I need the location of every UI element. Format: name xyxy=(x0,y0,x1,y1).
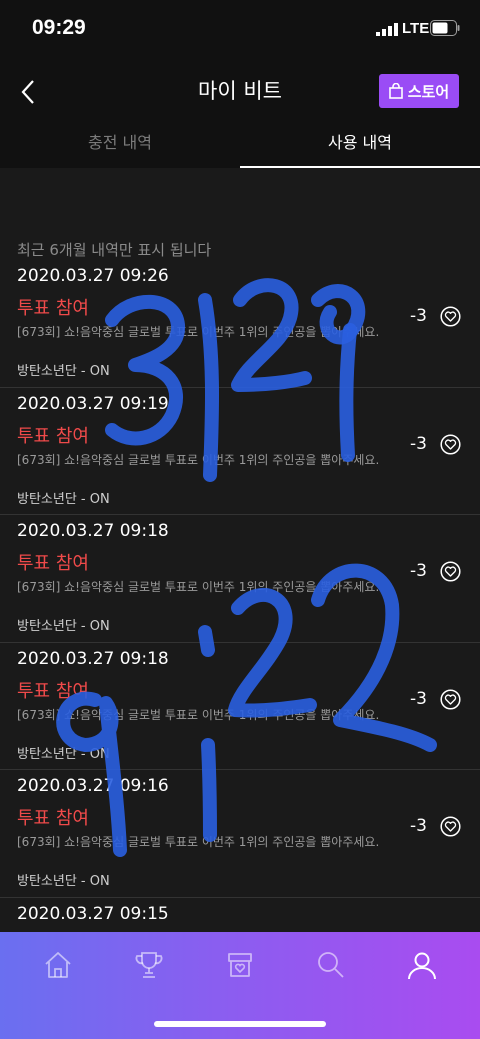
row-type: 투표 참여 xyxy=(17,553,89,574)
box-heart-icon[interactable] xyxy=(224,949,256,981)
history-row[interactable]: 2020.03.27 09:18 투표 참여 [673회] 쇼!음악중심 글로벌… xyxy=(0,515,480,643)
row-amount: -3 xyxy=(410,306,427,326)
heart-coin-icon xyxy=(440,561,461,582)
home-indicator xyxy=(154,1021,326,1027)
bottom-nav xyxy=(0,932,480,1039)
search-icon[interactable] xyxy=(315,949,347,981)
row-type: 투표 참여 xyxy=(17,298,89,319)
history-list-container[interactable]: 최근 6개월 내역만 표시 됩니다 2020.03.27 09:26 투표 참여… xyxy=(0,168,480,932)
row-type: 투표 참여 xyxy=(17,425,89,447)
history-notice: 최근 6개월 내역만 표시 됩니다 xyxy=(17,241,212,259)
history-list: 2020.03.27 09:26 투표 참여 [673회] 쇼!음악중심 글로벌… xyxy=(0,260,480,932)
row-description: [673회] 쇼!음악중심 글로벌 투표로 이번주 1위의 주인공을 뽑아주세요… xyxy=(17,835,380,849)
row-artist: 방탄소년단 - ON xyxy=(17,874,110,889)
row-datetime: 2020.03.27 09:26 xyxy=(17,266,169,286)
heart-coin-icon xyxy=(440,816,461,837)
row-amount: -3 xyxy=(410,816,427,836)
heart-coin-icon xyxy=(440,433,461,455)
row-datetime: 2020.03.27 09:16 xyxy=(17,776,169,796)
battery-icon xyxy=(430,20,460,36)
row-type: 투표 참여 xyxy=(17,808,89,829)
tab-usage-history[interactable]: 사용 내역 xyxy=(240,122,480,168)
row-amount: -3 xyxy=(410,561,427,581)
signal-icon xyxy=(376,23,398,36)
profile-icon[interactable] xyxy=(406,949,438,981)
history-row[interactable]: 2020.03.27 09:18 투표 참여 [673회] 쇼!음악중심 글로벌… xyxy=(0,643,480,770)
home-icon[interactable] xyxy=(42,949,74,981)
trophy-icon[interactable] xyxy=(133,949,165,981)
row-amount: -3 xyxy=(410,688,427,709)
status-bar: 09:29 LTE xyxy=(0,0,480,60)
row-datetime: 2020.03.27 09:15 xyxy=(17,903,169,924)
row-description: [673회] 쇼!음악중심 글로벌 투표로 이번주 1위의 주인공을 뽑아주세요… xyxy=(17,452,380,467)
row-datetime: 2020.03.27 09:18 xyxy=(17,521,169,541)
row-description: [673회] 쇼!음악중심 글로벌 투표로 이번주 1위의 주인공을 뽑아주세요… xyxy=(17,325,380,339)
row-artist: 방탄소년단 - ON xyxy=(17,491,110,507)
row-datetime: 2020.03.27 09:19 xyxy=(17,393,169,414)
row-description: [673회] 쇼!음악중심 글로벌 투표로 이번주 1위의 주인공을 뽑아주세요… xyxy=(17,580,380,594)
network-label: LTE xyxy=(402,20,430,37)
row-artist: 방탄소년단 - ON xyxy=(17,619,110,634)
row-datetime: 2020.03.27 09:18 xyxy=(17,648,169,669)
tab-bar: 충전 내역 사용 내역 xyxy=(0,122,480,168)
store-button-label: 스토어 xyxy=(407,82,450,101)
history-row[interactable]: 2020.03.27 09:19 투표 참여 [673회] 쇼!음악중심 글로벌… xyxy=(0,388,480,515)
heart-coin-icon xyxy=(440,688,461,710)
heart-coin-icon xyxy=(440,306,461,327)
row-artist: 방탄소년단 - ON xyxy=(17,364,110,379)
shopping-bag-icon xyxy=(388,83,403,99)
row-type: 투표 참여 xyxy=(17,680,89,702)
history-row[interactable]: 2020.03.27 09:16 투표 참여 [673회] 쇼!음악중심 글로벌… xyxy=(0,770,480,898)
store-button[interactable]: 스토어 xyxy=(379,74,459,108)
history-row[interactable]: 2020.03.27 09:26 투표 참여 [673회] 쇼!음악중심 글로벌… xyxy=(0,260,480,388)
tab-charge-history[interactable]: 충전 내역 xyxy=(0,122,240,168)
row-amount: -3 xyxy=(410,433,427,454)
row-artist: 방탄소년단 - ON xyxy=(17,746,110,762)
history-row[interactable]: 2020.03.27 09:15 xyxy=(0,898,480,933)
status-time: 09:29 xyxy=(32,16,86,39)
app-header: 마이 비트 스토어 xyxy=(0,60,480,122)
row-description: [673회] 쇼!음악중심 글로벌 투표로 이번주 1위의 주인공을 뽑아주세요… xyxy=(17,707,380,722)
